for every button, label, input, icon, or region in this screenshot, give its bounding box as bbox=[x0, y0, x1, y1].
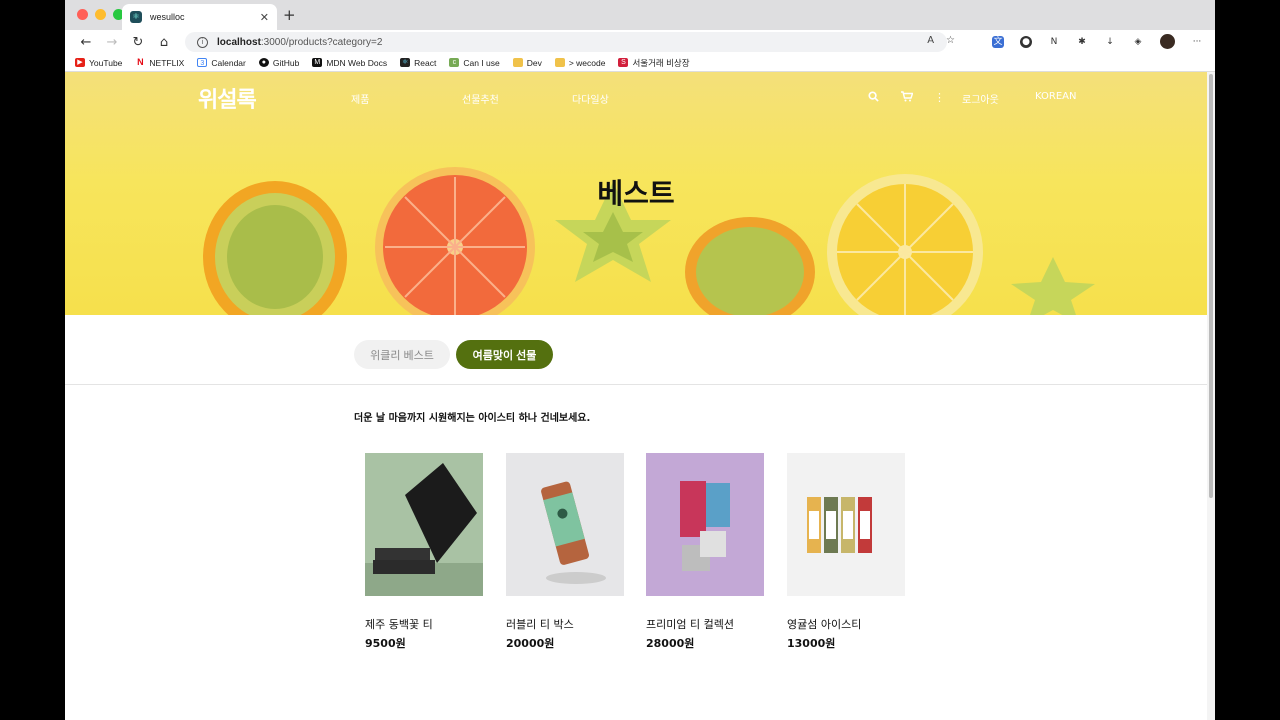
browser-window: ⚛ wesulloc ✕ + ← → ↻ ⌂ i localhost:3000/… bbox=[65, 0, 1215, 720]
product-card[interactable]: 러블리 티 박스 20000원 bbox=[506, 453, 624, 651]
language-toggle[interactable]: KOREAN bbox=[1035, 91, 1076, 102]
bookmark-folder-wecode[interactable]: > wecode bbox=[554, 58, 605, 68]
browser-tab[interactable]: ⚛ wesulloc ✕ bbox=[122, 4, 277, 30]
mdn-icon: M bbox=[312, 58, 323, 67]
favorite-star-icon[interactable]: ☆ bbox=[946, 35, 955, 46]
web-page: 위설록 제품 선물추천 다다일상 ⋮ 로그아웃 KOREAN 베스트 위클리 베… bbox=[65, 72, 1207, 720]
info-icon[interactable]: i bbox=[197, 36, 208, 48]
product-image[interactable] bbox=[365, 453, 483, 596]
tab-weekly-best[interactable]: 위클리 베스트 bbox=[354, 340, 450, 369]
address-bar[interactable]: i localhost:3000/products?category=2 bbox=[185, 32, 947, 52]
tab-title: wesulloc bbox=[150, 12, 185, 22]
product-name: 프리미엄 티 컬렉션 bbox=[646, 618, 734, 631]
scrollbar-thumb[interactable] bbox=[1209, 74, 1213, 498]
bookmark-mdn[interactable]: M MDN Web Docs bbox=[312, 58, 387, 68]
seoul-exchange-icon: S bbox=[618, 58, 629, 67]
product-name: 제주 동백꽃 티 bbox=[365, 618, 433, 631]
folder-icon bbox=[554, 58, 565, 67]
category-description: 더운 날 마음까지 시원해지는 아이스티 하나 건네보세요. bbox=[354, 413, 591, 424]
folder-icon bbox=[512, 58, 523, 67]
nav-products[interactable]: 제품 bbox=[351, 91, 369, 106]
browser-toolbar: ← → ↻ ⌂ i localhost:3000/products?catego… bbox=[65, 30, 1215, 54]
page-scrollbar[interactable] bbox=[1207, 72, 1215, 720]
home-icon[interactable]: ⌂ bbox=[151, 35, 177, 50]
product-price: 9500원 bbox=[365, 637, 406, 650]
product-image[interactable] bbox=[787, 453, 905, 596]
product-card[interactable]: 제주 동백꽃 티 9500원 bbox=[365, 453, 483, 651]
read-aloud-icon[interactable]: A bbox=[927, 35, 934, 46]
hero-banner: 위설록 제품 선물추천 다다일상 ⋮ 로그아웃 KOREAN 베스트 bbox=[65, 72, 1207, 315]
category-tabs: 위클리 베스트 여름맞이 선물 bbox=[65, 315, 1207, 385]
url-host: localhost bbox=[217, 36, 261, 48]
product-name: 영귤섬 아이스티 bbox=[787, 618, 862, 631]
github-icon: ● bbox=[258, 58, 269, 67]
bookmark-netflix[interactable]: N NETFLIX bbox=[135, 58, 184, 68]
logout-link[interactable]: 로그아웃 bbox=[962, 91, 999, 106]
more-menu-icon[interactable]: ··· bbox=[1191, 36, 1203, 48]
window-controls bbox=[77, 9, 124, 20]
product-price: 13000원 bbox=[787, 637, 836, 650]
site-header: 위설록 제품 선물추천 다다일상 ⋮ 로그아웃 KOREAN bbox=[65, 72, 1207, 122]
product-image[interactable] bbox=[646, 453, 764, 596]
product-name: 러블리 티 박스 bbox=[506, 618, 574, 631]
bookmark-github[interactable]: ● GitHub bbox=[258, 58, 299, 68]
nav-daily[interactable]: 다다일상 bbox=[572, 91, 609, 106]
translate-extension-icon[interactable]: 文 bbox=[992, 35, 1004, 48]
bookmark-youtube[interactable]: ▶ YouTube bbox=[75, 58, 122, 68]
more-vertical-icon[interactable]: ⋮ bbox=[934, 91, 945, 104]
react-icon: ⚛ bbox=[400, 58, 411, 67]
puzzle-icon[interactable]: ✱ bbox=[1076, 36, 1088, 48]
url-path: :3000/products?category=2 bbox=[260, 36, 383, 48]
notion-icon[interactable]: N bbox=[1048, 36, 1060, 48]
profile-avatar[interactable] bbox=[1160, 34, 1175, 49]
minimize-window-button[interactable] bbox=[95, 9, 106, 20]
netflix-icon: N bbox=[135, 57, 146, 67]
new-tab-button[interactable]: + bbox=[283, 6, 296, 24]
close-window-button[interactable] bbox=[77, 9, 88, 20]
product-image[interactable] bbox=[506, 453, 624, 596]
product-card[interactable]: 프리미엄 티 컬렉션 28000원 bbox=[646, 453, 764, 651]
bookmark-calendar[interactable]: 3 Calendar bbox=[197, 58, 246, 68]
bookmark-react[interactable]: ⚛ React bbox=[400, 58, 436, 68]
page-title: 베스트 bbox=[597, 177, 675, 210]
react-icon: ⚛ bbox=[130, 11, 142, 23]
product-card[interactable]: 영귤섬 아이스티 13000원 bbox=[787, 453, 905, 651]
kiwano-fruit-image bbox=[685, 217, 815, 315]
site-logo[interactable]: 위설록 bbox=[198, 82, 257, 114]
calendar-icon: 3 bbox=[197, 58, 208, 67]
extension-icon[interactable]: ● bbox=[1020, 35, 1032, 48]
reload-button[interactable]: ↻ bbox=[125, 35, 151, 50]
bookmarks-bar: ▶ YouTube N NETFLIX 3 Calendar ● GitHub M MDN… bbox=[65, 54, 1215, 72]
caniuse-icon: c bbox=[449, 58, 460, 67]
tab-strip: ⚛ wesulloc ✕ + bbox=[65, 0, 1215, 30]
download-icon[interactable]: ↓ bbox=[1104, 36, 1116, 48]
bookmark-caniuse[interactable]: c Can I use bbox=[449, 58, 500, 68]
collections-icon[interactable]: ◈ bbox=[1132, 36, 1144, 48]
back-button[interactable]: ← bbox=[73, 35, 99, 50]
youtube-icon: ▶ bbox=[75, 58, 85, 67]
starfruit-image bbox=[1011, 257, 1095, 315]
bookmark-folder-dev[interactable]: Dev bbox=[512, 58, 542, 68]
tab-summer-gift[interactable]: 여름맞이 선물 bbox=[456, 340, 553, 369]
close-icon[interactable]: ✕ bbox=[260, 11, 269, 24]
extensions: 文 ● N ✱ ↓ ◈ ··· bbox=[992, 34, 1203, 49]
bookmark-seoul[interactable]: S 서울거래 비상장 bbox=[618, 57, 690, 69]
forward-button[interactable]: → bbox=[99, 35, 125, 50]
product-price: 20000원 bbox=[506, 637, 555, 650]
nav-gift-recommend[interactable]: 선물추천 bbox=[462, 91, 499, 106]
product-price: 28000원 bbox=[646, 637, 695, 650]
